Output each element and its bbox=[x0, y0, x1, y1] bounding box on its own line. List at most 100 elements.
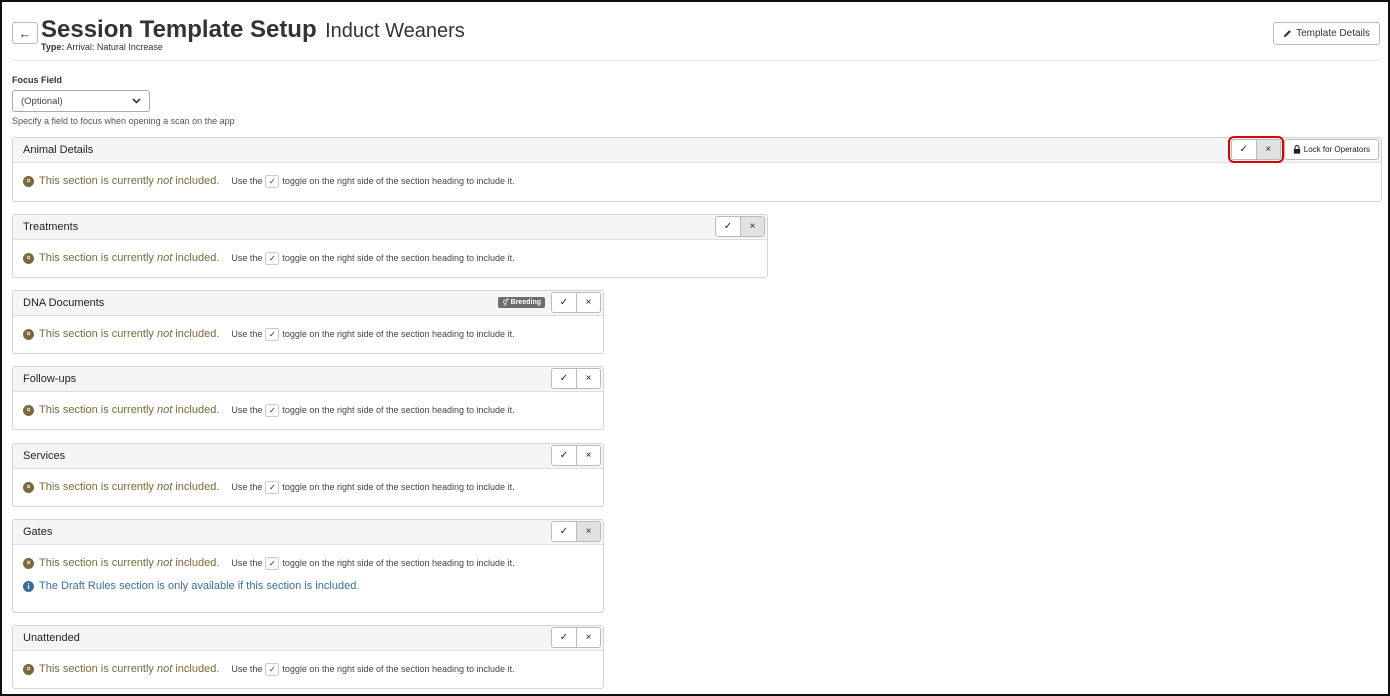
check-icon: ✓ bbox=[265, 480, 280, 494]
toggle-rest-text: toggle on the right side of the section … bbox=[282, 664, 515, 674]
not-included-post: included. bbox=[172, 404, 220, 416]
use-toggle-hint: Use the ✓ toggle on the right side of th… bbox=[231, 480, 515, 494]
exclude-toggle[interactable]: × bbox=[576, 293, 600, 312]
page-header: ← Session Template Setup Induct Weaners … bbox=[12, 16, 1380, 61]
section-toggles: ✓ × bbox=[551, 627, 601, 648]
toggle-rest-text: toggle on the right side of the section … bbox=[282, 176, 515, 186]
not-included-pre: This section is currently bbox=[39, 557, 157, 569]
not-included-message: × This section is currently not included… bbox=[23, 392, 593, 428]
not-included-post: included. bbox=[172, 252, 220, 264]
not-included-text: This section is currently not included. bbox=[39, 481, 219, 493]
not-included-message: × This section is currently not included… bbox=[23, 163, 1371, 199]
not-included-em: not bbox=[156, 328, 173, 340]
x-circle-icon: × bbox=[23, 175, 34, 187]
not-included-pre: This section is currently bbox=[39, 663, 157, 675]
section-header: Treatments ✓ × bbox=[13, 215, 767, 240]
section-title: Unattended bbox=[23, 632, 80, 644]
include-toggle[interactable]: ✓ bbox=[552, 369, 576, 388]
use-the-text: Use the bbox=[231, 482, 263, 492]
breeding-badge-label: Breeding bbox=[510, 299, 541, 306]
check-icon: ✓ bbox=[559, 632, 569, 643]
x-circle-icon: × bbox=[23, 481, 34, 493]
use-toggle-hint: Use the ✓ toggle on the right side of th… bbox=[231, 251, 515, 265]
section-header: Animal Details ✓ × Lock for Operators bbox=[13, 136, 1381, 163]
include-toggle[interactable]: ✓ bbox=[716, 217, 740, 236]
check-icon: ✓ bbox=[265, 403, 280, 417]
include-toggle[interactable]: ✓ bbox=[552, 293, 576, 312]
not-included-em: not bbox=[156, 481, 173, 493]
include-toggle[interactable]: ✓ bbox=[552, 446, 576, 465]
section-toggles: ✓ × bbox=[551, 521, 601, 542]
include-toggle[interactable]: ✓ bbox=[552, 522, 576, 541]
section-unattended: Unattended ✓ × × This section is current… bbox=[12, 625, 604, 689]
x-circle-icon: × bbox=[23, 663, 34, 675]
page-subtitle: Induct Weaners bbox=[325, 20, 465, 42]
x-circle-icon: × bbox=[23, 404, 34, 416]
toggle-rest-text: toggle on the right side of the section … bbox=[282, 558, 515, 568]
lock-icon bbox=[1293, 145, 1300, 154]
page-title: Session Template Setup bbox=[41, 16, 317, 43]
x-circle-icon: × bbox=[23, 252, 34, 264]
section-body: × This section is currently not included… bbox=[13, 545, 603, 597]
breeding-badge: ⚥ Breeding bbox=[498, 297, 545, 308]
exclude-toggle[interactable]: × bbox=[1255, 140, 1280, 159]
include-toggle-group: ✓ × bbox=[551, 292, 601, 313]
include-toggle-group: ✓ × bbox=[551, 445, 601, 466]
not-included-em: not bbox=[156, 557, 173, 569]
section-toggles: ✓ × Lock for Operators bbox=[1227, 136, 1379, 163]
not-included-text: This section is currently not included. bbox=[39, 404, 219, 416]
focus-field-select[interactable]: (Optional) bbox=[12, 90, 150, 112]
lock-label: Lock for Operators bbox=[1303, 145, 1370, 154]
section-header: Gates ✓ × bbox=[13, 520, 603, 545]
exclude-toggle[interactable]: × bbox=[576, 369, 600, 388]
section-header: Services ✓ × bbox=[13, 444, 603, 469]
not-included-message: × This section is currently not included… bbox=[23, 316, 593, 352]
template-details-button[interactable]: Template Details bbox=[1273, 22, 1380, 45]
toggle-rest-text: toggle on the right side of the section … bbox=[282, 253, 515, 263]
chevron-down-icon bbox=[132, 98, 141, 104]
include-toggle[interactable]: ✓ bbox=[552, 628, 576, 647]
app-frame: ← Session Template Setup Induct Weaners … bbox=[0, 0, 1390, 696]
section-title: Gates bbox=[23, 526, 53, 538]
check-icon: ✓ bbox=[1239, 144, 1248, 155]
section-header: Follow-ups ✓ × bbox=[13, 367, 603, 392]
x-icon: × bbox=[585, 526, 592, 537]
not-included-message: × This section is currently not included… bbox=[23, 651, 593, 687]
pencil-icon bbox=[1283, 30, 1291, 38]
exclude-toggle[interactable]: × bbox=[740, 217, 764, 236]
not-included-pre: This section is currently bbox=[39, 481, 157, 493]
back-button[interactable]: ← bbox=[12, 22, 38, 44]
exclude-toggle[interactable]: × bbox=[576, 522, 600, 541]
include-toggle-group: ✓ × bbox=[1227, 136, 1284, 163]
section-body: × This section is currently not included… bbox=[13, 651, 603, 687]
use-the-text: Use the bbox=[231, 664, 263, 674]
focus-field-label: Focus Field bbox=[12, 75, 63, 85]
use-the-text: Use the bbox=[231, 558, 263, 568]
use-toggle-hint: Use the ✓ toggle on the right side of th… bbox=[231, 174, 515, 188]
include-toggle-group: ✓ × bbox=[551, 521, 601, 542]
section-body: × This section is currently not included… bbox=[13, 240, 767, 276]
x-icon: × bbox=[585, 297, 592, 308]
template-details-label: Template Details bbox=[1296, 28, 1370, 39]
use-the-text: Use the bbox=[231, 329, 263, 339]
use-toggle-hint: Use the ✓ toggle on the right side of th… bbox=[231, 662, 515, 676]
not-included-message: × This section is currently not included… bbox=[23, 240, 757, 276]
section-animal-details: Animal Details ✓ × Lock for Operators × bbox=[12, 136, 1382, 202]
check-icon: ✓ bbox=[265, 174, 280, 188]
not-included-text: This section is currently not included. bbox=[39, 328, 219, 340]
section-treatments: Treatments ✓ × × This section is current… bbox=[12, 214, 768, 278]
exclude-toggle[interactable]: × bbox=[576, 628, 600, 647]
section-header: Unattended ✓ × bbox=[13, 626, 603, 651]
toggle-rest-text: toggle on the right side of the section … bbox=[282, 482, 515, 492]
section-toggles: ✓ × bbox=[551, 368, 601, 389]
focus-field-help: Specify a field to focus when opening a … bbox=[12, 116, 235, 126]
include-toggle[interactable]: ✓ bbox=[1231, 140, 1256, 159]
exclude-toggle[interactable]: × bbox=[576, 446, 600, 465]
lock-for-operators-button[interactable]: Lock for Operators bbox=[1283, 139, 1379, 160]
use-the-text: Use the bbox=[231, 253, 263, 263]
title-wrap: Session Template Setup Induct Weaners bbox=[41, 16, 465, 44]
use-toggle-hint: Use the ✓ toggle on the right side of th… bbox=[231, 556, 515, 570]
check-icon: ✓ bbox=[265, 251, 280, 265]
not-included-em: not bbox=[156, 175, 173, 187]
x-icon: × bbox=[749, 221, 756, 232]
